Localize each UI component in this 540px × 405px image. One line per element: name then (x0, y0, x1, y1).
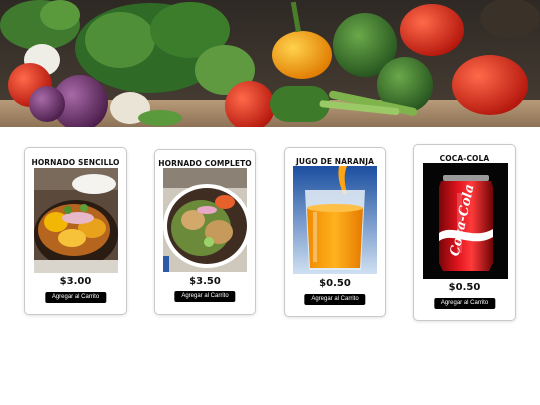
product-card-coca-cola: COCA-COLA Coca-Cola $0.50 Agregar al Car… (413, 144, 516, 321)
add-to-cart-button[interactable]: Agregar al Carrito (174, 291, 236, 302)
product-name: HORNADO SENCILLO (31, 158, 120, 167)
vegetables-banner-image (0, 0, 540, 127)
product-card-hornado-completo: HORNADO COMPLETO $3.50 Agregar al Carrit… (154, 149, 256, 315)
product-image-hornado-completo (163, 168, 247, 272)
add-to-cart-button[interactable]: Agregar al Carrito (304, 294, 366, 305)
product-name: JUGO DE NARANJA (295, 157, 375, 166)
hero-banner (0, 0, 540, 127)
product-name: HORNADO COMPLETO (158, 159, 252, 168)
product-image-hornado-sencillo (34, 168, 118, 273)
product-image-coca-cola: Coca-Cola (423, 163, 508, 279)
add-to-cart-button[interactable]: Agregar al Carrito (44, 292, 107, 303)
product-name: COCA-COLA (439, 154, 490, 163)
product-price: $0.50 (319, 278, 351, 289)
product-price: $3.00 (59, 276, 92, 287)
product-image-jugo-de-naranja (293, 166, 377, 274)
product-card-hornado-sencillo: HORNADO SENCILLO $3.00 Agregar al Carrit… (24, 147, 127, 315)
product-price: $3.50 (189, 276, 221, 287)
product-price: $0.50 (448, 282, 481, 293)
product-card-jugo-de-naranja: JUGO DE NARANJA $0.50 Agregar al Carrito (284, 147, 386, 317)
add-to-cart-button[interactable]: Agregar al Carrito (433, 298, 496, 309)
